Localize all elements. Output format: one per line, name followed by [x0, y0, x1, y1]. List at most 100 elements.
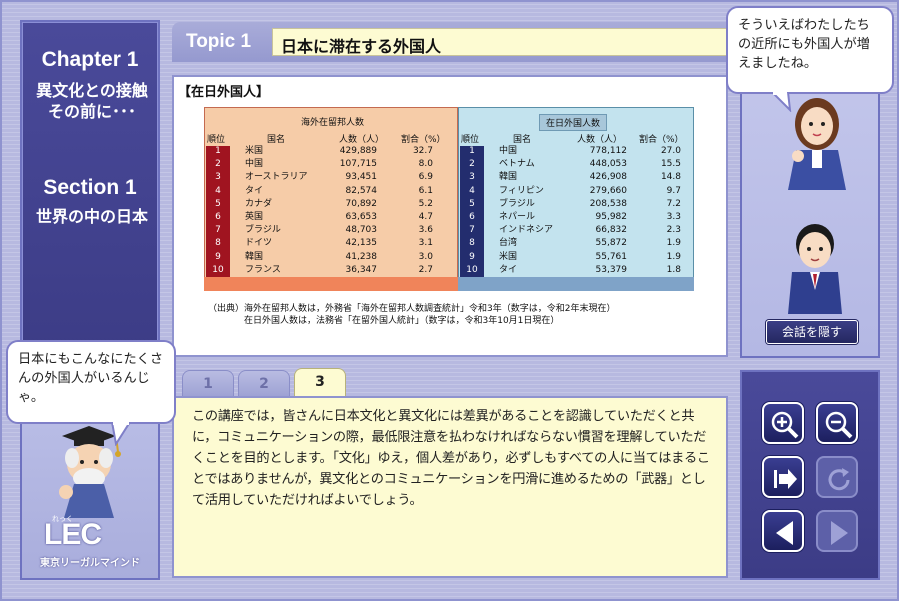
column-header: 人数（人） [577, 135, 623, 145]
table-footer [458, 277, 694, 291]
body-text: この講座では，皆さんに日本文化と異文化には差異があることを認識していただくと共に… [192, 409, 710, 508]
professor-speech-bubble: 日本にもこんなにたくさんの外国人がいるんじゃ。 [6, 340, 176, 424]
table-cell-pct: 2.7 [418, 264, 433, 275]
previous-button[interactable] [762, 510, 804, 552]
foreign-table-title: 在日外国人数 [539, 114, 608, 131]
skip-button[interactable] [762, 456, 804, 498]
table-cell-pct: 1.9 [666, 238, 681, 249]
hide-dialog-button[interactable]: 会話を隠す [766, 320, 858, 344]
zoom-out-icon [825, 411, 853, 439]
overseas-table: 海外在留邦人数 順位 国名 人数（人） 割合（%） 1 米国 429,889 32.7… [204, 107, 458, 291]
table-cell-pct: 4.7 [418, 212, 433, 222]
table-cell-name: タイ [245, 185, 264, 196]
table-cell-count: 55,872 [595, 238, 628, 249]
table-cell-count: 429,889 [339, 146, 377, 156]
table-cell-name: タイ [499, 264, 518, 275]
table-cell-rank: 9 [215, 251, 221, 262]
bubble-tail [770, 92, 792, 112]
content-panel: 【在日外国人】 海外在留邦人数 順位 国名 人数（人） 割合（%） 1 米国 429… [172, 75, 728, 357]
content-heading: 【在日外国人】 [178, 85, 270, 100]
zoom-in-button[interactable] [762, 402, 804, 444]
foreign-resident-table: 在日外国人数 順位 国名 人数（人） 割合（%） 1 中国 778,112 27.0 2… [458, 107, 694, 291]
table-cell-count: 42,135 [345, 238, 378, 249]
explanation-panel: この講座では，皆さんに日本文化と異文化には差異があることを認識していただくと共に… [172, 396, 728, 578]
table-cell-pct: 3.3 [666, 212, 681, 222]
table-cell-pct: 15.5 [660, 159, 681, 170]
table-cell-rank: 1 [215, 146, 221, 156]
table-row: 8 ドイツ 42,135 3.1 [205, 238, 457, 249]
table-cell-name: フランス [245, 264, 281, 275]
table-cell-name: 中国 [499, 146, 518, 156]
table-row: 9 韓国 41,238 3.0 [205, 252, 457, 263]
tab-3[interactable]: 3 [294, 368, 346, 398]
tab-1[interactable]: 1 [182, 370, 234, 396]
table-cell-name: ベトナム [499, 159, 535, 170]
lec-subtitle: 東京リーガルマインド [40, 558, 140, 569]
table-cell-pct: 3.0 [418, 251, 433, 262]
source-line: 在日外国人数は，法務省「在留外国人統計」（数字は，令和3年10月1日現在） [244, 316, 560, 326]
table-row: 10 フランス 36,347 2.7 [205, 265, 457, 276]
table-cell-pct: 6.1 [418, 185, 433, 196]
column-header: 国名 [267, 135, 286, 145]
table-cell-rank: 6 [469, 212, 475, 222]
table-cell-pct: 7.2 [666, 198, 681, 209]
prev-icon [776, 521, 793, 545]
table-cell-name: 米国 [245, 146, 264, 156]
table-cell-name: 韓国 [245, 251, 264, 262]
table-footer [204, 277, 458, 291]
table-cell-rank: 10 [466, 264, 478, 275]
tab-2[interactable]: 2 [238, 370, 290, 396]
table-cell-rank: 2 [469, 159, 475, 170]
table-cell-rank: 8 [469, 238, 475, 249]
table-cell-name: オーストラリア [245, 172, 308, 183]
source-note: （出典）海外在留邦人数は，外務省「海外在留邦人数調査統計」令和3年（数字は，令和… [208, 303, 615, 327]
table-cell-count: 208,538 [589, 198, 627, 209]
topic-label: Topic 1 [186, 31, 252, 52]
statistics-table: 海外在留邦人数 順位 国名 人数（人） 割合（%） 1 米国 429,889 3 2.7… [204, 107, 694, 291]
table-cell-pct: 1.8 [666, 264, 681, 275]
source-line: （出典）海外在留邦人数は，外務省「海外在留邦人数調査統計」令和3年（数字は，令和… [208, 304, 616, 314]
table-cell-rank: 5 [215, 198, 221, 209]
table-cell-pct: 3.1 [418, 238, 433, 249]
table-cell-pct: 27.0 [660, 146, 681, 156]
table-cell-count: 41,238 [345, 251, 378, 262]
table-cell-name: 米国 [499, 251, 518, 262]
table-cell-name: ドイツ [245, 238, 273, 249]
table-cell-rank: 5 [469, 198, 475, 209]
column-header: 順位 [461, 135, 480, 145]
table-cell-count: 66,832 [595, 225, 628, 236]
table-row: 1 米国 429,889 32.7 [205, 146, 457, 157]
table-row: 8 台湾 55,872 1.9 [459, 238, 693, 249]
table-row: 2 ベトナム 448,053 15.5 [459, 159, 693, 170]
zoom-out-button[interactable] [816, 402, 858, 444]
skip-icon [774, 469, 797, 489]
column-header: 割合（%） [401, 135, 446, 145]
table-row: 10 タイ 53,379 1.8 [459, 265, 693, 276]
navigation-controls [740, 370, 880, 580]
chapter-label: Chapter 1 [41, 48, 139, 71]
overseas-table-title: 海外在留邦人数 [301, 118, 365, 128]
table-cell-count: 448,053 [589, 159, 627, 170]
replay-button[interactable] [816, 456, 858, 498]
table-row: 2 中国 107,715 8.0 [205, 159, 457, 170]
table-row: 3 韓国 426,908 14.8 [459, 172, 693, 183]
table-cell-pct: 14.8 [660, 172, 681, 183]
table-cell-name: カナダ [245, 198, 273, 209]
table-cell-count: 63,653 [345, 212, 378, 222]
table-cell-name: ブラジル [499, 198, 535, 209]
table-cell-rank: 3 [215, 172, 221, 183]
table-cell-rank: 10 [212, 264, 224, 275]
table-cell-count: 279,660 [589, 185, 627, 196]
table-cell-name: インドネシア [499, 225, 554, 236]
column-header: 順位 [207, 135, 226, 145]
table-cell-pct: 6.9 [418, 172, 433, 183]
table-cell-name: 中国 [245, 159, 264, 170]
woman-speech-text: そういえばわたしたちの近所にも外国人が増えましたね。 [738, 18, 870, 71]
table-cell-name: ネパール [499, 212, 536, 222]
section-label: Section 1 [43, 176, 137, 199]
next-button[interactable] [816, 510, 858, 552]
table-cell-count: 36,347 [345, 264, 378, 275]
table-cell-pct: 1.9 [666, 251, 681, 262]
table-cell-rank: 4 [215, 185, 221, 196]
table-cell-rank: 6 [215, 212, 221, 222]
